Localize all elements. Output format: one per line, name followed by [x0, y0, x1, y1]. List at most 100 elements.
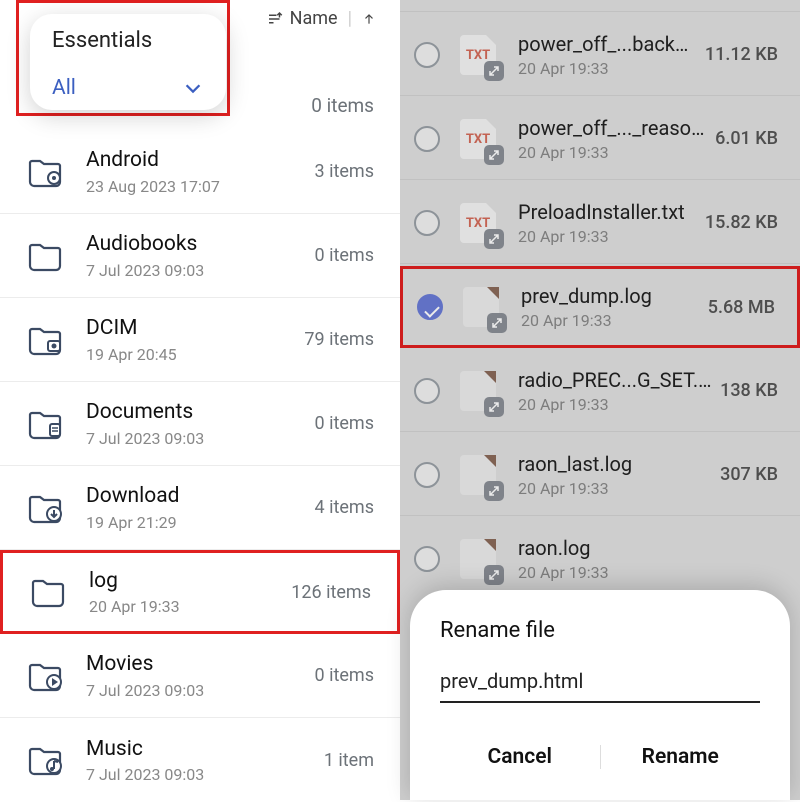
folder-row[interactable]: Audiobooks 7 Jul 2023 09:03 0 items	[0, 214, 400, 298]
file-size: 307 KB	[720, 464, 778, 485]
file-type-icon: TXT	[454, 31, 502, 79]
folder-row[interactable]: log 20 Apr 19:33 126 items	[0, 550, 400, 634]
folder-row[interactable]: Music 7 Jul 2023 09:03 1 item	[0, 718, 400, 802]
folder-icon	[29, 572, 69, 612]
select-radio[interactable]	[414, 42, 440, 68]
folder-icon	[26, 740, 66, 780]
folder-name: Movies	[86, 651, 315, 677]
file-date: 20 Apr 19:33	[518, 479, 712, 498]
folder-date: 7 Jul 2023 09:03	[86, 429, 315, 448]
select-radio[interactable]	[417, 294, 443, 320]
expand-badge-icon	[484, 145, 504, 165]
file-date: 20 Apr 19:33	[518, 563, 770, 582]
file-row[interactable]: TXT pm_uebug_into.txt 20 Apr 19:33 2.01 …	[400, 0, 800, 12]
folder-count: 0 items	[315, 413, 374, 434]
file-date: 20 Apr 19:33	[518, 395, 712, 414]
folder-icon	[26, 152, 66, 192]
file-row[interactable]: radio_PREC...G_SET.log 20 Apr 19:33 138 …	[400, 350, 800, 432]
folder-date: 19 Apr 20:45	[86, 345, 304, 364]
folder-name: DCIM	[86, 315, 304, 341]
file-name: power_off_..._reason.txt	[518, 116, 707, 140]
dialog-title: Rename file	[440, 618, 760, 643]
select-radio[interactable]	[414, 462, 440, 488]
folder-text: Audiobooks 7 Jul 2023 09:03	[86, 231, 315, 279]
folder-text: Documents 7 Jul 2023 09:03	[86, 399, 315, 447]
file-text: raon.log 20 Apr 19:33	[518, 536, 770, 582]
file-size: 6.01 KB	[715, 128, 778, 149]
folder-text: log 20 Apr 19:33	[89, 568, 291, 616]
folder-row[interactable]: Android 23 Aug 2023 17:07 3 items	[0, 130, 400, 214]
folder-text: Download 19 Apr 21:29	[86, 483, 315, 531]
folder-date: 20 Apr 19:33	[89, 597, 291, 616]
file-row[interactable]: prev_dump.log 20 Apr 19:33 5.68 MB	[400, 266, 800, 348]
folder-date: 7 Jul 2023 09:03	[86, 765, 324, 784]
rename-dialog: Rename file Cancel Rename	[410, 590, 790, 800]
expand-badge-icon	[484, 481, 504, 501]
rename-input[interactable]	[440, 665, 760, 703]
sort-control[interactable]: Name |	[266, 8, 376, 29]
folder-icon	[26, 236, 66, 276]
file-type-icon: TXT	[454, 199, 502, 247]
filter-popup[interactable]: Essentials All	[30, 14, 226, 110]
file-text: PreloadInstaller.txt 20 Apr 19:33	[518, 200, 697, 246]
folder-icon	[26, 320, 66, 360]
folder-icon	[26, 404, 66, 444]
file-row[interactable]: TXT PreloadInstaller.txt 20 Apr 19:33 15…	[400, 182, 800, 264]
folder-count: 126 items	[291, 582, 371, 603]
folder-name: Download	[86, 483, 315, 509]
folder-row[interactable]: Documents 7 Jul 2023 09:03 0 items	[0, 382, 400, 466]
file-text: prev_dump.log 20 Apr 19:33	[521, 284, 700, 330]
folders-pane: Name | Essentials All 0 items Android 23…	[0, 0, 400, 800]
file-type-icon	[454, 451, 502, 499]
folder-name: log	[89, 568, 291, 594]
folder-count: 0 items	[315, 665, 374, 686]
file-type-icon	[454, 535, 502, 583]
filter-title: Essentials	[52, 28, 204, 53]
folder-text: Music 7 Jul 2023 09:03	[86, 736, 324, 784]
file-size: 5.68 MB	[708, 297, 775, 318]
file-date: 20 Apr 19:33	[518, 143, 707, 162]
folder-count: 1 item	[324, 750, 374, 771]
chevron-down-icon[interactable]	[182, 77, 204, 99]
folder-name: Music	[86, 736, 324, 762]
folder-row[interactable]: DCIM 19 Apr 20:45 79 items	[0, 298, 400, 382]
filter-value[interactable]: All	[52, 76, 76, 100]
file-row[interactable]: raon_last.log 20 Apr 19:33 307 KB	[400, 434, 800, 516]
folder-row[interactable]: Movies 7 Jul 2023 09:03 0 items	[0, 634, 400, 718]
file-name: prev_dump.log	[521, 284, 700, 308]
file-name: raon.log	[518, 536, 770, 560]
file-row[interactable]: TXT power_off_..._reason.txt 20 Apr 19:3…	[400, 98, 800, 180]
select-radio[interactable]	[414, 378, 440, 404]
file-row[interactable]: raon.log 20 Apr 19:33	[400, 518, 800, 600]
select-radio[interactable]	[414, 126, 440, 152]
folder-text: DCIM 19 Apr 20:45	[86, 315, 304, 363]
folder-row[interactable]: Download 19 Apr 21:29 4 items	[0, 466, 400, 550]
folder-date: 7 Jul 2023 09:03	[86, 681, 315, 700]
select-radio[interactable]	[414, 546, 440, 572]
file-name: radio_PREC...G_SET.log	[518, 368, 712, 392]
folder-list: Android 23 Aug 2023 17:07 3 items Audiob…	[0, 130, 400, 802]
files-pane: TXT pm_uebug_into.txt 20 Apr 19:33 2.01 …	[400, 0, 800, 800]
file-name: PreloadInstaller.txt	[518, 200, 697, 224]
folder-count: 4 items	[315, 497, 374, 518]
file-size: 15.82 KB	[705, 212, 778, 233]
file-date: 20 Apr 19:33	[518, 227, 697, 246]
file-type-icon: TXT	[454, 115, 502, 163]
folder-count: 3 items	[315, 161, 374, 182]
file-text: power_off_..._reason.txt 20 Apr 19:33	[518, 116, 707, 162]
items-count: 0 items	[311, 94, 374, 117]
expand-badge-icon	[484, 397, 504, 417]
file-name: raon_last.log	[518, 452, 712, 476]
folder-name: Documents	[86, 399, 315, 425]
file-date: 20 Apr 19:33	[521, 311, 700, 330]
select-radio[interactable]	[414, 210, 440, 236]
rename-button[interactable]: Rename	[601, 737, 761, 777]
folder-date: 19 Apr 21:29	[86, 513, 315, 532]
arrow-up-icon[interactable]	[362, 10, 376, 28]
cancel-button[interactable]: Cancel	[440, 737, 600, 777]
file-row[interactable]: TXT power_off_...backup.txt 20 Apr 19:33…	[400, 14, 800, 96]
file-text: power_off_...backup.txt 20 Apr 19:33	[518, 32, 697, 78]
folder-count: 79 items	[304, 329, 374, 350]
folder-date: 23 Aug 2023 17:07	[86, 177, 315, 196]
file-date: 20 Apr 19:33	[518, 59, 697, 78]
